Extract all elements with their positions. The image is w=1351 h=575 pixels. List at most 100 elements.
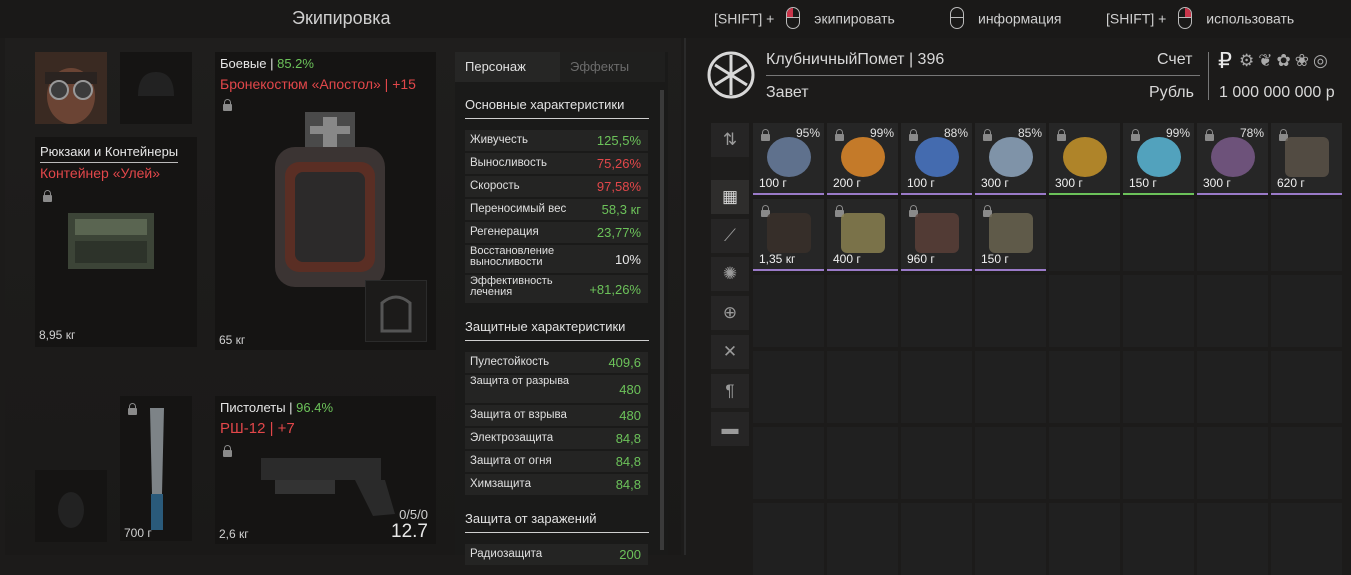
inventory-empty-cell[interactable] xyxy=(975,351,1046,423)
filter-medicine-button[interactable]: ⊕ xyxy=(711,296,749,330)
inventory-item[interactable]: 300 г xyxy=(1049,123,1120,195)
inventory-empty-cell[interactable] xyxy=(1197,275,1268,347)
inventory-item[interactable]: 99% 150 г xyxy=(1123,123,1194,195)
inventory-empty-cell[interactable] xyxy=(1049,275,1120,347)
armor-slot[interactable]: Боевые | 85.2% Бронекостюм «Апостол» | +… xyxy=(215,52,436,350)
character-portrait-slot[interactable] xyxy=(35,52,107,124)
inventory-empty-cell[interactable] xyxy=(753,275,824,347)
inventory-empty-cell[interactable] xyxy=(1197,427,1268,499)
inventory-empty-cell[interactable] xyxy=(975,503,1046,575)
lock-icon xyxy=(1131,129,1140,141)
filter-misc-button[interactable]: ▬ xyxy=(711,412,749,446)
inventory-empty-cell[interactable] xyxy=(753,351,824,423)
stats-scrollbar[interactable] xyxy=(660,90,664,550)
inventory-item[interactable]: 95% 100 г xyxy=(753,123,824,195)
inventory-empty-cell[interactable] xyxy=(753,503,824,575)
inventory-empty-cell[interactable] xyxy=(1197,199,1268,271)
inventory-empty-cell[interactable] xyxy=(827,427,898,499)
inventory-empty-cell[interactable] xyxy=(975,427,1046,499)
pistol-slot[interactable]: Пистолеты | 96.4% РШ-12 | +7 2,6 кг 0/5/… xyxy=(215,396,436,544)
panel-divider xyxy=(684,38,686,555)
fork-knife-icon: ¶ xyxy=(725,381,735,400)
inventory-empty-cell[interactable] xyxy=(1271,427,1342,499)
inventory-empty-cell[interactable] xyxy=(901,427,972,499)
inventory-empty-cell[interactable] xyxy=(1197,503,1268,575)
inventory-item[interactable]: 150 г xyxy=(975,199,1046,271)
coin-icon[interactable]: ◎ xyxy=(1313,51,1332,70)
filter-weapons-button[interactable]: ⟋ xyxy=(711,219,749,253)
inventory-empty-cell[interactable] xyxy=(1123,275,1194,347)
stat-row: Электрозащита 84,8 xyxy=(465,428,648,449)
backpack-slot[interactable]: Рюкзаки и Контейнеры Контейнер «Улей» 8,… xyxy=(35,137,197,347)
inventory-empty-cell[interactable] xyxy=(753,427,824,499)
item-weight: 300 г xyxy=(1203,176,1231,190)
stat-value: 75,26% xyxy=(596,156,641,171)
player-name: КлубничныйПомет xyxy=(766,51,905,68)
inventory-empty-cell[interactable] xyxy=(1049,199,1120,271)
stat-name: Пулестойкость xyxy=(470,356,550,368)
item-rarity-bar xyxy=(753,269,824,271)
filter-artifacts-button[interactable]: ✺ xyxy=(711,257,749,291)
inventory-empty-cell[interactable] xyxy=(1049,351,1120,423)
inventory-empty-cell[interactable] xyxy=(1123,427,1194,499)
inventory-item[interactable]: 85% 300 г xyxy=(975,123,1046,195)
lock-icon xyxy=(128,403,137,415)
filter-food-button[interactable]: ¶ xyxy=(711,374,749,408)
inventory-empty-cell[interactable] xyxy=(1123,503,1194,575)
inventory-empty-cell[interactable] xyxy=(1049,503,1120,575)
armor-container-slot[interactable] xyxy=(365,280,427,342)
inventory-item[interactable]: 78% 300 г xyxy=(1197,123,1268,195)
tab-character[interactable]: Персонаж xyxy=(455,52,560,82)
inventory-empty-cell[interactable] xyxy=(1271,199,1342,271)
inventory-empty-cell[interactable] xyxy=(827,351,898,423)
inventory-empty-cell[interactable] xyxy=(901,275,972,347)
fern-icon[interactable]: ❀ xyxy=(1295,51,1313,70)
hint-equip-label: экипировать xyxy=(814,10,895,27)
stats-section-title: Защита от заражений xyxy=(465,511,649,533)
sort-button[interactable]: ⇅ xyxy=(711,123,749,157)
grenade-slot[interactable] xyxy=(35,470,107,542)
filter-tools-button[interactable]: ✕ xyxy=(711,335,749,369)
tab-effects[interactable]: Эффекты xyxy=(560,52,665,82)
inventory-empty-cell[interactable] xyxy=(1197,351,1268,423)
inventory-empty-cell[interactable] xyxy=(1049,427,1120,499)
item-rarity-bar xyxy=(827,269,898,271)
item-rarity-bar xyxy=(1049,193,1120,195)
inventory-empty-cell[interactable] xyxy=(1123,351,1194,423)
stat-row: Живучесть 125,5% xyxy=(465,130,648,151)
inventory-item[interactable]: 620 г xyxy=(1271,123,1342,195)
inventory-item[interactable]: 1,35 кг xyxy=(753,199,824,271)
knife-slot[interactable]: 700 г xyxy=(120,396,192,541)
stat-value: 480 xyxy=(619,382,641,397)
inventory-item[interactable]: 960 г xyxy=(901,199,972,271)
inventory-empty-cell[interactable] xyxy=(901,351,972,423)
inventory-empty-cell[interactable] xyxy=(1123,199,1194,271)
inventory-item[interactable]: 400 г xyxy=(827,199,898,271)
lock-icon xyxy=(1057,129,1066,141)
inventory-empty-cell[interactable] xyxy=(827,503,898,575)
currency-divider xyxy=(1208,52,1209,100)
inventory-empty-cell[interactable] xyxy=(827,275,898,347)
inventory-empty-cell[interactable] xyxy=(1271,351,1342,423)
inventory-empty-cell[interactable] xyxy=(901,503,972,575)
lock-icon xyxy=(223,99,232,111)
inventory-empty-cell[interactable] xyxy=(1271,503,1342,575)
hint-info: информация xyxy=(938,7,1061,31)
flower-icon[interactable]: ✿ xyxy=(1277,51,1295,70)
inventory-item[interactable]: 99% 200 г xyxy=(827,123,898,195)
leaf-icon[interactable]: ❦ xyxy=(1258,51,1276,70)
inventory-empty-cell[interactable] xyxy=(975,275,1046,347)
player-info: КлубничныйПомет | 396 xyxy=(766,51,944,69)
stat-name: Электрозащита xyxy=(470,432,554,444)
mouse-icon xyxy=(950,7,964,29)
currency-icons: ⚙❦✿❀◎ xyxy=(1239,51,1332,71)
filter-all-button[interactable]: ▦ xyxy=(711,180,749,214)
item-rarity-bar xyxy=(1197,193,1268,195)
pistol-title: РШ-12 | +7 xyxy=(220,420,295,437)
gear-icon[interactable]: ⚙ xyxy=(1239,51,1258,70)
inventory-item[interactable]: 88% 100 г xyxy=(901,123,972,195)
helmet-slot[interactable] xyxy=(120,52,192,124)
stat-row: Скорость 97,58% xyxy=(465,176,648,197)
ruble-icon: ₽ xyxy=(1218,48,1232,73)
inventory-empty-cell[interactable] xyxy=(1271,275,1342,347)
